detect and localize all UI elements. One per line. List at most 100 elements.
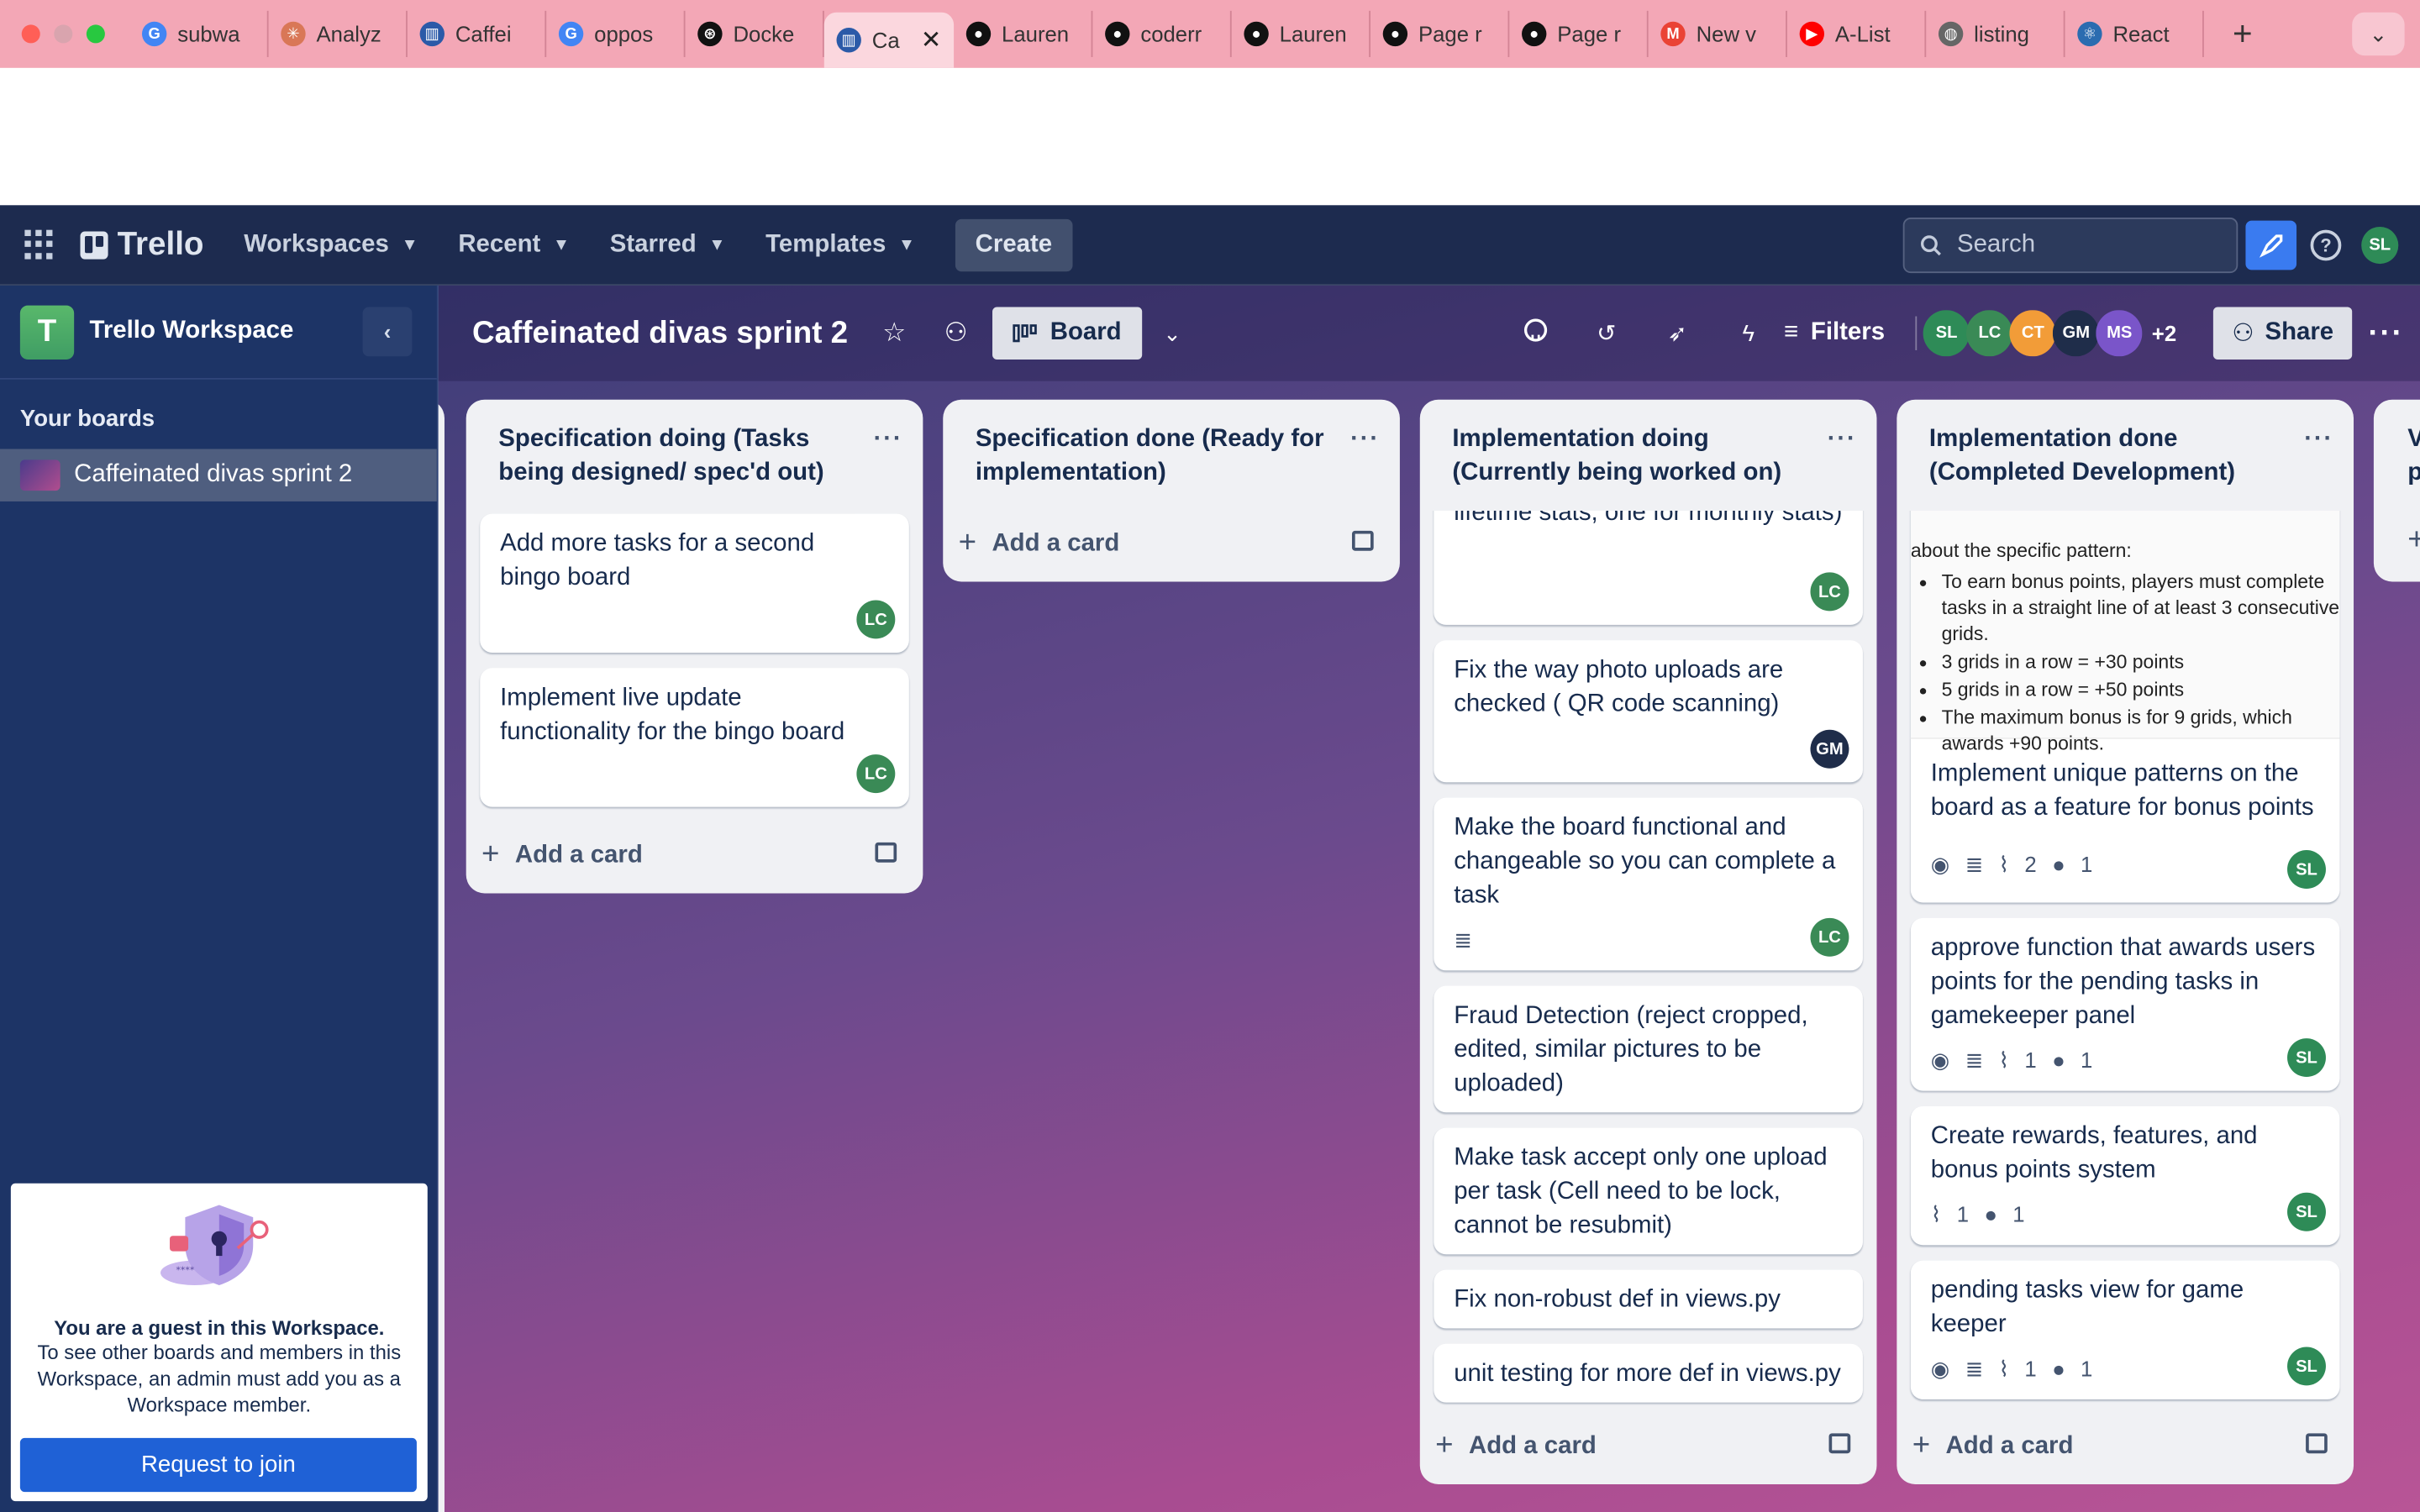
tab-search-chevron-icon[interactable]: ⌄ (2352, 12, 2405, 56)
card-member-avatar[interactable]: SL (2287, 1038, 2326, 1078)
board-view-button[interactable]: Board (992, 307, 1142, 360)
browser-tab[interactable]: ⚛ React (2065, 10, 2204, 57)
card-template-icon[interactable] (1351, 530, 1374, 551)
add-card-button[interactable]: + Add a card (481, 837, 643, 873)
nav-workspaces[interactable]: Workspaces ▼ (244, 231, 418, 259)
board-title[interactable]: Caffeinated divas sprint 2 (472, 316, 848, 351)
browser-tab[interactable]: ◍ listing (1926, 10, 2065, 57)
new-tab-button[interactable]: + (2223, 14, 2263, 55)
list-menu-icon[interactable]: ··· (1350, 423, 1380, 491)
card-member-avatar[interactable]: LC (856, 754, 896, 794)
card[interactable]: Implement live update functionality for … (480, 668, 909, 807)
create-button[interactable]: Create (955, 218, 1073, 271)
card[interactable]: pending tasks view for game keeper ◉ ≣ ⌇… (1910, 1260, 2340, 1399)
card-member-avatar[interactable]: LC (1810, 917, 1849, 957)
history-icon[interactable]: ↺ (1571, 319, 1642, 347)
workspace-name[interactable]: Trello Workspace (90, 318, 294, 345)
close-tab-icon[interactable]: ✕ (921, 24, 942, 55)
card[interactable]: lifetime stats, one for monthly stats) L… (1434, 510, 1863, 625)
card[interactable]: Make task accept only one upload per tas… (1434, 1127, 1863, 1255)
list-title[interactable]: Implementation done (Completed Developme… (1929, 423, 2304, 491)
browser-tab[interactable]: Gsubwa (129, 10, 269, 57)
board-menu-more-icon[interactable]: ··· (2352, 316, 2420, 351)
card-template-icon[interactable] (2306, 1433, 2328, 1454)
card[interactable]: Fix the way photo uploads are checked ( … (1434, 640, 1863, 783)
card-member-avatar[interactable]: GM (1810, 729, 1849, 769)
plus-icon[interactable]: + (2407, 523, 2420, 559)
card-member-avatar[interactable]: SL (2287, 850, 2326, 889)
card[interactable]: Fraud Detection (reject cropped, edited,… (1434, 985, 1863, 1113)
filters-button[interactable]: ≡ Filters (1784, 319, 1885, 347)
help-icon[interactable]: ? (2310, 229, 2342, 261)
browser-tab[interactable]: ● Lauren (954, 10, 1093, 57)
tab-title: Analyz (316, 21, 381, 47)
zoom-window-button[interactable] (86, 24, 105, 44)
member-avatar[interactable]: LC (1966, 310, 2013, 357)
browser-tab[interactable]: ● coderr (1092, 10, 1232, 57)
card-member-avatar[interactable]: SL (2287, 1347, 2326, 1386)
list-title[interactable]: Specification done (Ready for implementa… (976, 423, 1350, 491)
search-input[interactable]: Search (1902, 217, 2238, 274)
close-window-button[interactable] (21, 24, 40, 44)
visibility-icon[interactable]: ⚇ (940, 318, 971, 349)
nav-templates[interactable]: Templates ▼ (765, 231, 915, 259)
browser-tab[interactable]: ✳ Analyz (269, 10, 408, 57)
window-controls (21, 24, 105, 44)
card-member-avatar[interactable]: SL (2287, 1192, 2326, 1231)
browser-tab[interactable]: ⊛ Docke (686, 10, 824, 57)
card[interactable]: Make the board functional and changeable… (1434, 797, 1863, 971)
card-template-icon[interactable] (875, 842, 897, 863)
app-switcher-icon[interactable] (24, 228, 55, 260)
browser-tab[interactable]: ▥ Ca ✕ (823, 12, 955, 68)
github-power-up-icon[interactable] (1500, 318, 1570, 349)
add-card-button[interactable]: + Add a card (1435, 1429, 1597, 1464)
browser-tab[interactable]: ● Page r (1509, 10, 1649, 57)
share-button[interactable]: ⚇ Share (2213, 307, 2353, 360)
add-card-button[interactable]: + Add a card (1912, 1429, 2074, 1464)
list-title[interactable]: Specification doing (Tasks being designe… (498, 423, 873, 491)
member-avatar[interactable]: SL (1923, 310, 1970, 357)
card-template-icon[interactable] (1828, 1433, 1851, 1454)
add-card-button[interactable]: + Add a card (959, 526, 1120, 561)
member-avatar[interactable]: MS (2096, 310, 2143, 357)
list-implementation-doing: Implementation doing (Currently being wo… (1419, 399, 1877, 1484)
browser-tab[interactable]: M New v (1649, 10, 1787, 57)
card[interactable]: Add more tasks for a second bingo board … (480, 513, 909, 653)
nav-starred[interactable]: Starred ▼ (610, 231, 726, 259)
nav-recent[interactable]: Recent ▼ (458, 231, 570, 259)
collapse-sidebar-button[interactable]: ‹ (362, 307, 413, 357)
extra-members-count[interactable]: +2 (2152, 321, 2176, 345)
card-member-avatar[interactable]: LC (856, 600, 896, 639)
list-cards-scroll[interactable]: about the specific pattern: To earn bonu… (1897, 510, 2354, 1421)
trello-logo[interactable]: Trello (80, 226, 204, 263)
chevron-down-icon[interactable]: ⌄ (1163, 320, 1181, 346)
member-avatar[interactable]: GM (2053, 310, 2100, 357)
card-member-avatar[interactable]: LC (1810, 572, 1849, 612)
list-menu-icon[interactable]: ··· (1828, 423, 1857, 491)
browser-tab[interactable]: Goppos (546, 10, 686, 57)
card-with-cover[interactable]: about the specific pattern: To earn bonu… (1910, 510, 2340, 903)
list-menu-icon[interactable]: ··· (2304, 423, 2333, 491)
browser-tab[interactable]: ▥ Caffei (408, 10, 547, 57)
browser-tab[interactable]: ● Lauren (1232, 10, 1371, 57)
request-to-join-button[interactable]: Request to join (19, 1437, 417, 1493)
automation-bolt-icon[interactable]: ϟ (1713, 320, 1784, 346)
minimize-window-button[interactable] (54, 24, 73, 44)
account-avatar[interactable]: SL (2361, 227, 2399, 265)
browser-tab[interactable]: ▶ A-List (1787, 10, 1927, 57)
list-cards-scroll[interactable]: lifetime stats, one for monthly stats) L… (1420, 510, 1877, 1421)
card[interactable]: Fix non-robust def in views.py (1434, 1269, 1863, 1329)
notifications-button[interactable] (2245, 220, 2297, 270)
tab-title: Lauren (1279, 21, 1347, 47)
sidebar-item-board[interactable]: Caffeinated divas sprint 2 (0, 449, 437, 501)
member-avatar[interactable]: CT (2009, 310, 2056, 357)
list-menu-icon[interactable]: ··· (874, 423, 903, 491)
card[interactable]: Create rewards, features, and bonus poin… (1910, 1105, 2340, 1246)
list-title[interactable]: V p (2374, 400, 2420, 491)
browser-tab[interactable]: ● Page r (1370, 10, 1510, 57)
card[interactable]: approve function that awards users point… (1910, 917, 2340, 1091)
list-title[interactable]: Implementation doing (Currently being wo… (1452, 423, 1827, 491)
star-icon[interactable]: ☆ (879, 318, 910, 349)
card[interactable]: unit testing for more def in views.py (1434, 1343, 1863, 1403)
power-ups-rocket-icon[interactable]: ➶ (1642, 319, 1712, 347)
